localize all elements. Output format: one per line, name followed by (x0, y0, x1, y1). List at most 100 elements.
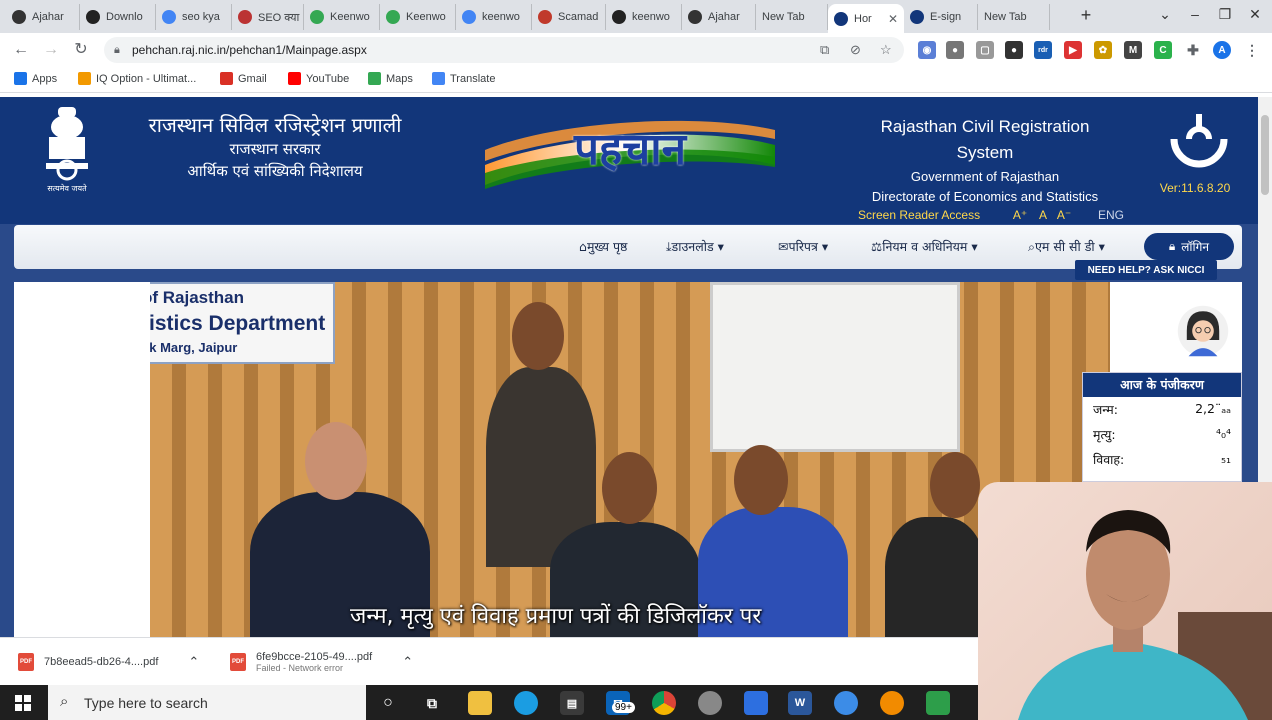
sign-line-1: of Rajasthan (150, 288, 245, 307)
tab-favicon-icon (86, 10, 100, 24)
registration-row: मृत्यु: ⁴₀⁴ (1083, 422, 1241, 447)
reload-button[interactable]: ↻ (70, 40, 92, 60)
nav-item[interactable]: ⤓डाउनलोड ▾ (666, 238, 724, 255)
task-view-icon[interactable]: ⧉ (420, 691, 444, 715)
extension-icon[interactable]: C (1154, 41, 1172, 59)
hindi-title: राजस्थान सिविल रजिस्ट्रेशन प्रणाली (148, 113, 402, 137)
windows-start-icon[interactable] (15, 695, 31, 711)
extension-icon[interactable]: ▢ (976, 41, 994, 59)
browser-tab[interactable]: seo kya (156, 4, 232, 30)
tab-label: New Tab (762, 11, 805, 23)
star-icon[interactable]: ☆ (880, 37, 892, 63)
bookmark-label: Maps (386, 72, 413, 85)
bookmark-icon (368, 72, 381, 85)
app-icon[interactable] (744, 691, 768, 715)
browser-tab[interactable]: keenwo (456, 4, 532, 30)
person-head (930, 452, 980, 518)
download-item[interactable]: PDF 7b8eead5-db26-4....pdf ⌃ (18, 644, 199, 680)
restore-button[interactable]: ❐ (1210, 6, 1240, 23)
browser-tab-strip: Ajahar Downlo seo kya SEO क्या Keenwo Keenwo k… (0, 0, 1272, 33)
extension-icon[interactable]: rdr (1034, 41, 1052, 59)
browser-tab[interactable]: Scamad (532, 4, 606, 30)
browser-tab[interactable]: Downlo (80, 4, 156, 30)
app-icon[interactable] (880, 691, 904, 715)
puzzle-icon[interactable]: ✚ (1184, 41, 1202, 59)
browser-tab[interactable]: Ajahar (6, 4, 80, 30)
banner-photo: of Rajasthan tistics Department ak Marg,… (150, 282, 1110, 637)
tracking-icon[interactable]: ⊘ (850, 37, 861, 63)
nav-item-label: डाउनलोड ▾ (671, 239, 724, 254)
bookmark-label: YouTube (306, 72, 350, 85)
menu-icon[interactable]: ⋮ (1243, 41, 1261, 59)
person-head (734, 445, 788, 515)
bookmark-item[interactable]: Maps (368, 72, 413, 85)
chatbot-avatar-icon[interactable] (1176, 304, 1230, 358)
extension-icon[interactable]: ▶ (1064, 41, 1082, 59)
scrollbar-thumb[interactable] (1261, 115, 1269, 195)
new-tab-button[interactable]: + (1076, 5, 1096, 26)
bookmark-item[interactable]: Apps (14, 72, 57, 85)
back-button[interactable]: ← (10, 40, 32, 60)
chrome-icon[interactable] (652, 691, 676, 715)
word-icon[interactable]: W (788, 691, 812, 715)
file-explorer-icon[interactable] (468, 691, 492, 715)
bookmark-item[interactable]: Gmail (220, 72, 267, 85)
tab-label: E-sign (930, 11, 962, 23)
nav-item[interactable]: ⌕एम सी सी डी ▾ (1028, 238, 1105, 255)
browser-tab[interactable]: Keenwo (380, 4, 456, 30)
app-icon[interactable] (698, 691, 722, 715)
chevron-down-icon[interactable]: ⌄ (1150, 6, 1180, 23)
store-icon[interactable]: ▤ (560, 691, 584, 715)
edge-icon[interactable] (514, 691, 538, 715)
search-icon: ⌕ (1028, 239, 1036, 254)
forward-button[interactable]: → (40, 40, 62, 60)
extension-icon[interactable]: ● (946, 41, 964, 59)
extension-icon[interactable]: ✿ (1094, 41, 1112, 59)
need-help-button[interactable]: NEED HELP? ASK NICCI (1075, 260, 1217, 280)
bookmark-item[interactable]: YouTube (288, 72, 349, 85)
browser-tab[interactable]: Ajahar (682, 4, 756, 30)
taskbar-search[interactable]: ⌕ Type here to search (48, 685, 366, 720)
cortana-icon[interactable]: ○ (376, 691, 400, 715)
home-icon: ⌂ (579, 239, 587, 254)
browser-tab[interactable]: E-sign (904, 4, 978, 30)
app-icon[interactable] (926, 691, 950, 715)
extension-icon[interactable]: ● (1005, 41, 1023, 59)
browser-tab[interactable]: keenwo (606, 4, 682, 30)
pdf-file-icon: PDF (230, 653, 246, 671)
english-title-1: Rajasthan Civil Registration (880, 117, 1090, 136)
nav-item[interactable]: ⌂मुख्य पृष्ठ (579, 238, 627, 255)
browser-tab[interactable]: New Tab (756, 4, 828, 30)
browser-tab[interactable]: Keenwo (304, 4, 380, 30)
font-decrease-button[interactable]: A⁻ (1054, 208, 1074, 222)
address-bar[interactable]: 🔒︎ pehchan.raj.nic.in/pehchan1/Mainpage.… (104, 37, 904, 63)
chevron-up-icon[interactable]: ⌃ (402, 654, 413, 670)
chevron-up-icon[interactable]: ⌃ (188, 654, 199, 670)
circular-icon: ✉ (778, 239, 789, 254)
minimize-button[interactable]: – (1180, 6, 1210, 22)
bookmark-item[interactable]: IQ Option - Ultimat... (78, 72, 196, 85)
browser-tab[interactable]: SEO क्या (232, 4, 304, 30)
brand-name: पहचान (573, 124, 687, 175)
language-toggle[interactable]: ENG (1092, 208, 1130, 222)
login-button[interactable]: 🔒︎ लॉगिन (1144, 233, 1234, 260)
tab-label: Downlo (106, 11, 143, 23)
close-tab-icon[interactable]: ✕ (888, 12, 898, 26)
avatar[interactable]: A (1213, 41, 1231, 59)
person (885, 517, 985, 637)
bookmark-item[interactable]: Translate (432, 72, 495, 85)
screen-reader-link[interactable]: Screen Reader Access (858, 208, 1003, 222)
extension-icon[interactable]: ◉ (918, 41, 936, 59)
translate-icon[interactable]: ⧉ (820, 37, 829, 63)
state-emblem-icon (46, 107, 88, 181)
app-icon[interactable] (834, 691, 858, 715)
nav-item[interactable]: ✉परिपत्र ▾ (778, 238, 828, 255)
close-window-button[interactable]: ✕ (1240, 6, 1270, 23)
browser-tab[interactable]: New Tab (978, 4, 1050, 30)
nav-item[interactable]: ⚖नियम व अधिनियम ▾ (871, 238, 978, 255)
font-reset-button[interactable]: A (1034, 208, 1052, 222)
download-item[interactable]: PDF 6fe9bcce-2105-49....pdf Failed - Netwo… (230, 644, 413, 680)
font-increase-button[interactable]: A⁺ (1010, 208, 1030, 222)
extension-icon[interactable]: M (1124, 41, 1142, 59)
browser-tab[interactable]: Hor ✕ (828, 4, 904, 33)
